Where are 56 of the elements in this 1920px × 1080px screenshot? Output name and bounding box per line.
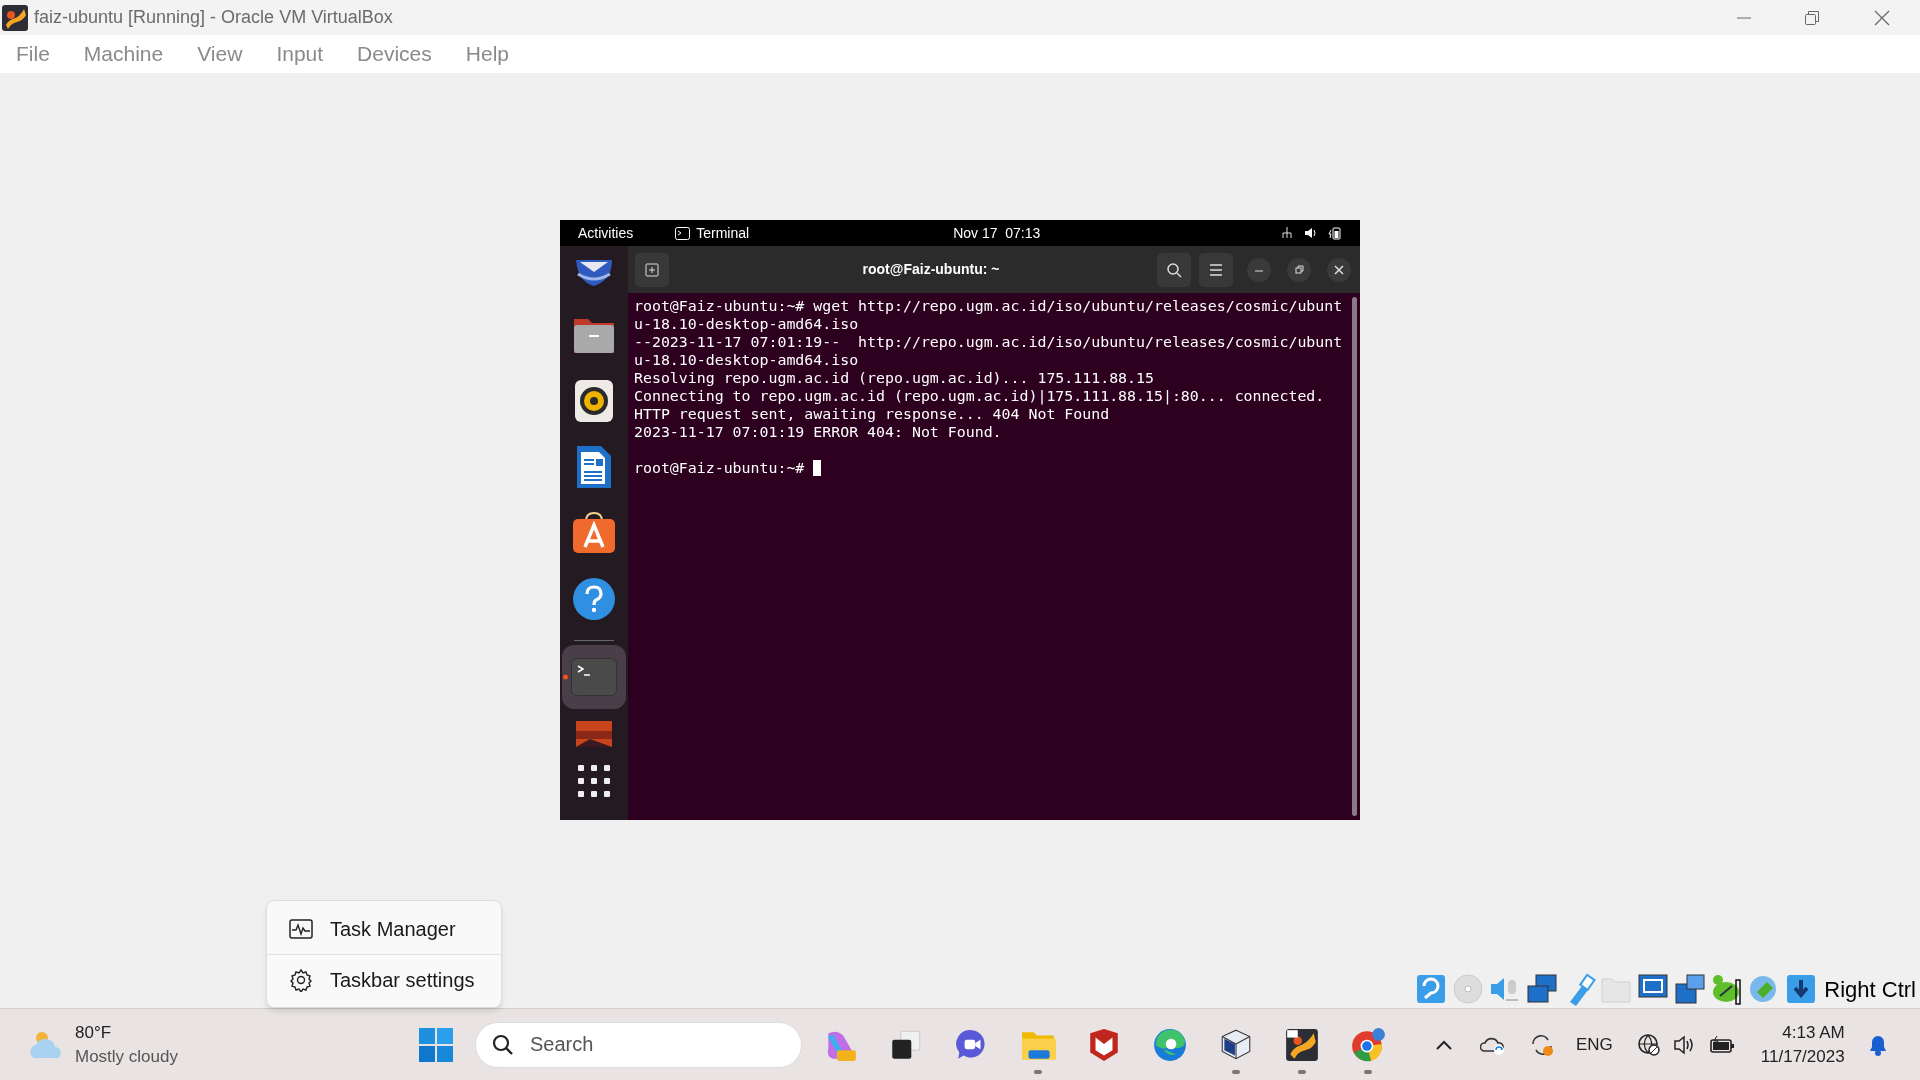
restore-icon[interactable] — [1804, 9, 1820, 26]
new-tab-button[interactable] — [635, 252, 669, 287]
minimize-button[interactable] — [1247, 257, 1271, 282]
terminal-prompt: root@Faiz-ubuntu:~# — [634, 459, 805, 477]
activities-button[interactable]: Activities — [578, 222, 634, 244]
terminal-line: u-18.10-desktop-amd64.iso — [634, 351, 860, 369]
chrome-icon — [1349, 1026, 1386, 1063]
menu-item[interactable]: Taskbar settings — [267, 954, 501, 1005]
close-button[interactable] — [1327, 257, 1351, 282]
search-icon — [492, 1033, 514, 1056]
activity-monitor-icon — [289, 918, 313, 939]
terminal-icon — [675, 226, 691, 240]
clock[interactable]: Nov 17 07:13 — [953, 222, 1041, 244]
battery-icon[interactable] — [1708, 1033, 1735, 1056]
app-icon — [2, 4, 28, 31]
weather-condition[interactable]: Mostly cloudy — [75, 1044, 178, 1069]
maximize-button[interactable] — [1287, 257, 1311, 282]
terminal-line: Connecting to repo.ugm.ac.id (repo.ugm.ac.id)|175.111.88.15|:80... connected. — [634, 387, 1326, 405]
menu-button[interactable] — [1199, 252, 1233, 287]
terminal-line: --2023-11-17 07:01:19-- http://repo.ugm.ac.id/iso/ubuntu/releases/cosmic/ubunt — [634, 333, 1344, 351]
terminal-title: root@Faiz-ubuntu: ~ — [861, 260, 1001, 279]
search-button[interactable] — [1157, 252, 1191, 287]
terminal-line: 2023-11-17 07:01:19 ERROR 404: Not Found. — [634, 423, 1003, 441]
clock-date: 11/17/2023 — [1760, 1045, 1845, 1068]
document-icon — [575, 444, 613, 490]
image-thumbnail-icon — [576, 721, 612, 747]
app-grid-icon — [578, 765, 610, 797]
settings-icon — [289, 968, 313, 992]
mail-icon — [574, 260, 614, 288]
language-indicator[interactable]: ENG — [1576, 1031, 1613, 1058]
shopping-bag-icon — [572, 511, 616, 555]
edge-icon — [1151, 1026, 1188, 1063]
clock[interactable]: 4:13 AM 11/17/2023 — [1760, 1020, 1845, 1069]
app-icon — [1283, 1026, 1320, 1063]
help-icon — [572, 577, 616, 621]
app-menu[interactable]: Terminal — [696, 222, 750, 244]
text-cursor — [813, 460, 822, 476]
clock-time: 4:13 AM — [1782, 1021, 1845, 1044]
search-field[interactable]: Search — [475, 1021, 802, 1068]
network-icon[interactable] — [1280, 226, 1294, 240]
battery-icon[interactable] — [1328, 226, 1342, 240]
close-icon[interactable] — [1874, 9, 1890, 26]
start-button[interactable] — [418, 1026, 454, 1063]
globe-icon[interactable] — [1636, 1032, 1661, 1057]
terminal-icon — [571, 658, 617, 696]
terminal-line: root@Faiz-ubuntu:~# wget http://repo.ugm.ac.id/iso/ubuntu/releases/cosmic/ubunt — [634, 297, 1344, 315]
terminal-line: u-18.10-desktop-amd64.iso — [634, 315, 860, 333]
temperature[interactable]: 80°F — [75, 1020, 178, 1045]
window-title: faiz-ubuntu [Running] - Oracle VM VirtualBox — [34, 6, 393, 29]
chevron-up-icon[interactable] — [1435, 1038, 1453, 1051]
menu-item[interactable]: Task Manager — [267, 903, 501, 954]
terminal-line: Resolving repo.ugm.ac.id (repo.ugm.ac.id)... 175.111.88.15 — [634, 369, 1155, 387]
host-key-label: Right Ctrl — [1824, 975, 1916, 1004]
speaker-icon — [574, 379, 614, 423]
volume-icon[interactable] — [1304, 226, 1318, 240]
terminal-line: HTTP request sent, awaiting response... 404 Not Found — [634, 405, 1111, 423]
